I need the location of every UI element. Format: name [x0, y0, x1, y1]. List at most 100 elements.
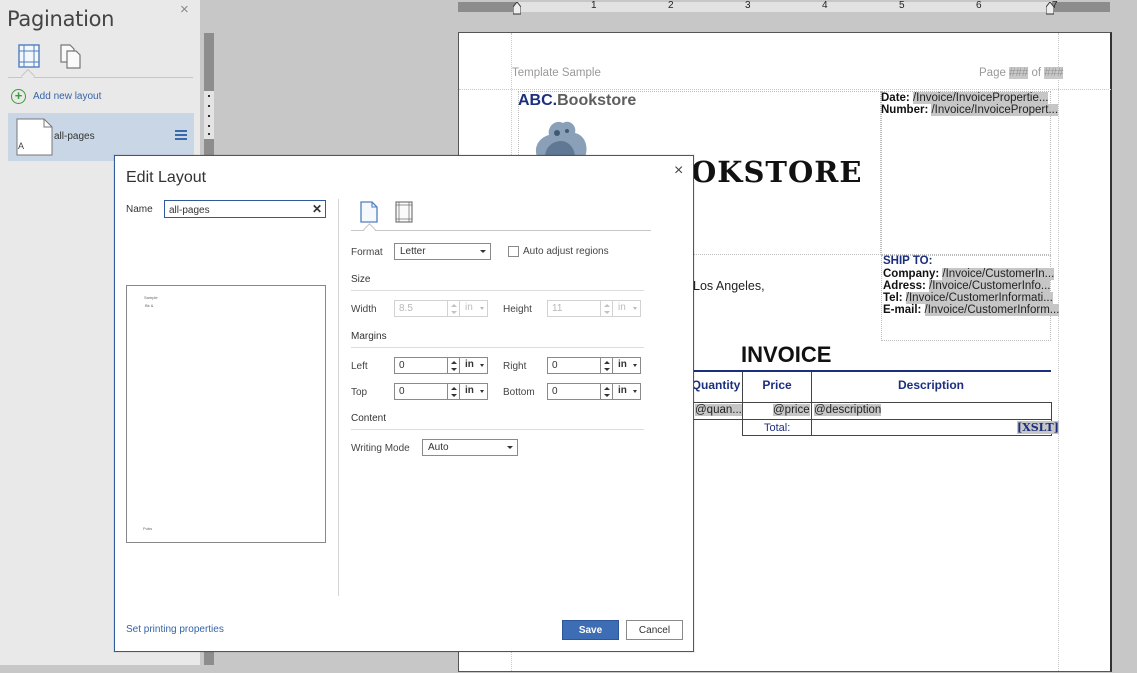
dialog-title: Edit Layout: [126, 169, 207, 186]
chevron-down-icon: [507, 446, 513, 449]
cell-quantity-text: @quan...: [695, 404, 742, 416]
height-unit: in: [618, 302, 626, 313]
set-printing-properties-link[interactable]: Set printing properties: [126, 624, 224, 635]
top-unit-select[interactable]: in: [460, 383, 488, 400]
vertical-ruler-margin-top: [204, 33, 214, 91]
size-rule: [351, 290, 644, 291]
right-label: Right: [503, 361, 527, 372]
top-label: Top: [351, 387, 368, 398]
margins-icon[interactable]: [394, 201, 414, 223]
tab-rule: [351, 230, 651, 231]
bottom-spinner[interactable]: [601, 383, 613, 400]
brand-name[interactable]: ABC.Bookstore: [518, 92, 636, 110]
bottom-unit-select[interactable]: in: [613, 383, 641, 400]
page-of: of: [1028, 67, 1045, 79]
format-select[interactable]: Letter: [394, 243, 491, 260]
store-address-text[interactable]: Los Angeles,: [693, 279, 765, 293]
width-spinner[interactable]: [448, 300, 460, 317]
left-unit-select[interactable]: in: [460, 357, 488, 374]
left-spinner[interactable]: [448, 357, 460, 374]
height-label: Height: [503, 304, 532, 315]
cell-quantity[interactable]: @quan...: [695, 404, 742, 416]
email-xpath[interactable]: /Invoice/CustomerInform...: [924, 304, 1060, 316]
brand-abc: ABC.: [518, 92, 558, 109]
cell-description-text: @description: [814, 404, 882, 416]
number-field[interactable]: Number: /Invoice/InvoicePropert...: [881, 104, 1059, 116]
top-input[interactable]: 0: [394, 383, 448, 400]
clear-name-icon[interactable]: ✕: [312, 202, 322, 216]
date-label: Date:: [881, 92, 913, 104]
pagination-separator-notch: [20, 68, 36, 84]
date-xpath[interactable]: /Invoice/InvoicePropertie...: [912, 92, 1049, 104]
ship-to-heading: SHIP TO:: [883, 255, 933, 267]
top-spinner[interactable]: [448, 383, 460, 400]
preview-header-line: Bk &: [145, 303, 154, 308]
ruler-number: 6: [976, 0, 982, 11]
ruler-margin-right: [1052, 2, 1110, 12]
hamburger-menu-icon[interactable]: [175, 130, 187, 142]
tel-field[interactable]: Tel: /Invoice/CustomerInformati...: [883, 292, 1053, 304]
height-input[interactable]: 11: [547, 300, 601, 317]
name-input[interactable]: [164, 200, 326, 218]
company-xpath[interactable]: /Invoice/CustomerIn...: [942, 268, 1055, 280]
layout-item-all-pages[interactable]: A all-pages: [8, 113, 194, 161]
multi-page-icon[interactable]: [58, 43, 84, 69]
col-header-description[interactable]: Description: [812, 378, 1050, 392]
adress-field[interactable]: Adress: /Invoice/CustomerInfo...: [883, 280, 1051, 292]
invoice-title[interactable]: INVOICE: [741, 342, 831, 368]
adress-xpath[interactable]: /Invoice/CustomerInfo...: [929, 280, 1051, 292]
pagination-close-icon[interactable]: ×: [180, 1, 189, 18]
width-input[interactable]: 8.5: [394, 300, 448, 317]
right-spinner[interactable]: [601, 357, 613, 374]
single-page-table-icon[interactable]: [16, 43, 42, 69]
vertical-ruler-dot: [208, 133, 210, 135]
height-spinner[interactable]: [601, 300, 613, 317]
col-header-quantity[interactable]: Quantity: [691, 378, 741, 392]
bottom-label: Bottom: [503, 387, 535, 398]
add-icon: +: [11, 88, 26, 104]
right-unit-select[interactable]: in: [613, 357, 641, 374]
left-input[interactable]: 0: [394, 357, 448, 374]
cell-price[interactable]: @price: [773, 404, 810, 416]
layout-item-label: all-pages: [54, 131, 95, 142]
left-indent-marker-icon[interactable]: [513, 2, 521, 16]
add-new-layout-button[interactable]: + Add new layout: [11, 88, 101, 104]
doc-header-title[interactable]: Template Sample: [512, 67, 601, 79]
company-field[interactable]: Company: /Invoice/CustomerIn...: [883, 268, 1055, 280]
tel-xpath[interactable]: /Invoice/CustomerInformati...: [905, 292, 1053, 304]
cell-description[interactable]: @description: [814, 404, 882, 416]
page-total-field[interactable]: ###: [1044, 67, 1064, 79]
writing-mode-select[interactable]: Auto: [422, 439, 518, 456]
date-field[interactable]: Date: /Invoice/InvoicePropertie...: [881, 92, 1049, 104]
right-indent-marker-icon[interactable]: [1046, 2, 1054, 16]
bottom-input[interactable]: 0: [547, 383, 601, 400]
dialog-close-icon[interactable]: ×: [674, 162, 683, 180]
total-label[interactable]: Total:: [764, 422, 790, 434]
number-xpath[interactable]: /Invoice/InvoicePropert...: [931, 104, 1059, 116]
save-button[interactable]: Save: [562, 620, 619, 640]
height-unit-select[interactable]: in: [613, 300, 641, 317]
width-unit-select[interactable]: in: [460, 300, 488, 317]
ruler-number: 1: [591, 0, 597, 11]
margins-rule: [351, 347, 644, 348]
doc-header-page-counter[interactable]: Page ### of ###: [979, 67, 1064, 79]
vertical-ruler-dot: [208, 125, 210, 127]
page-number-field[interactable]: ###: [1009, 67, 1029, 79]
cancel-button[interactable]: Cancel: [626, 620, 683, 640]
col-header-price[interactable]: Price: [743, 378, 811, 392]
format-value: Letter: [400, 246, 426, 257]
vertical-ruler-dot: [208, 95, 210, 97]
right-input[interactable]: 0: [547, 357, 601, 374]
table-row-border: [742, 435, 1052, 436]
xslt-field[interactable]: [XSLT]: [1017, 421, 1059, 434]
table-divider: [742, 372, 743, 436]
ruler-margin-left: [458, 2, 516, 12]
width-unit: in: [465, 302, 473, 313]
margin-guide: [459, 89, 1111, 90]
bookstore-logo-image[interactable]: [519, 115, 599, 157]
email-field[interactable]: E-mail: /Invoice/CustomerInform...: [883, 304, 1060, 316]
auto-adjust-checkbox[interactable]: [508, 246, 519, 257]
margin-guide: [1058, 33, 1059, 673]
page-format-icon[interactable]: [359, 201, 379, 223]
pagination-separator: [8, 77, 193, 78]
